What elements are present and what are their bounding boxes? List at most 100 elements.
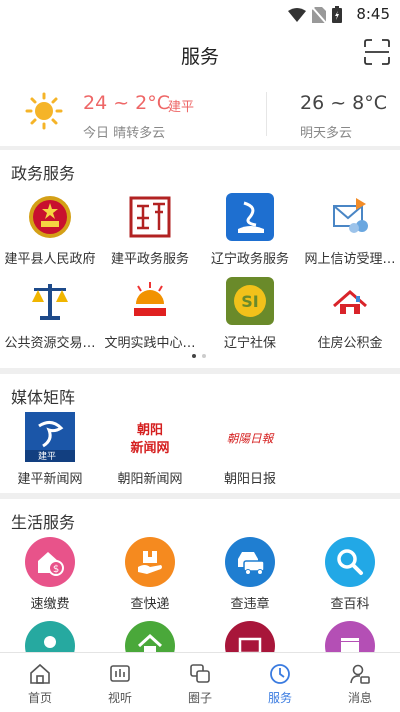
- gov-item-liaoning-gov-service[interactable]: 辽宁政务服务: [200, 192, 300, 267]
- tv-icon: [225, 621, 275, 652]
- page-title: 服务: [180, 46, 219, 68]
- gov-item-label: 公共资源交易…: [4, 336, 96, 351]
- civilization-sun-logo-icon: [125, 276, 175, 326]
- social-security-icon: SI: [225, 276, 275, 326]
- home-tab-icon: [30, 663, 50, 684]
- life-item-label: 速缴费: [30, 597, 70, 612]
- tab-audiovisual[interactable]: 视听: [80, 653, 160, 712]
- gov-item-jianping-gov-service[interactable]: 建平政务服务: [100, 192, 200, 267]
- svg-text:建平: 建平: [38, 450, 56, 462]
- tab-label: 服务: [267, 691, 292, 705]
- user-message-tab-icon: [350, 664, 370, 684]
- gov-item-online-petition[interactable]: 网上信访受理…: [300, 192, 400, 267]
- gov-item-label: 住房公积金: [317, 336, 383, 351]
- gov-row-2: 公共资源交易… 文明实践中心… SI 辽宁社保 住房公积金: [0, 276, 400, 351]
- status-bar: 8:45: [0, 0, 400, 28]
- car-icon: [225, 537, 275, 587]
- weather-card[interactable]: 24 ~ 2°C 建平 今日 晴转多云 26 ~ 8°C 明天多云: [0, 80, 400, 146]
- sun-icon: [25, 92, 63, 130]
- no-sim-icon: [312, 6, 326, 23]
- life-item-label: 查百科: [330, 597, 370, 612]
- today-temperature: 24 ~ 2°C: [83, 92, 171, 114]
- chaoyang-daily-logo-icon: 朝陽日報: [225, 412, 275, 462]
- tomorrow-temperature: 26 ~ 8°C: [300, 92, 388, 114]
- life-item-partial[interactable]: [300, 621, 400, 652]
- pay-icon: $: [25, 537, 75, 587]
- clock-tab-icon: [270, 664, 290, 684]
- gov-item-label: 建平县人民政府: [4, 252, 96, 267]
- svg-text:新闻网: 新闻网: [130, 440, 169, 456]
- gov-item-liaoning-social-security[interactable]: SI 辽宁社保: [200, 276, 300, 351]
- life-row-1: $ 速缴费 查快递 查违章 查百科: [0, 537, 400, 612]
- svg-text:朝陽日報: 朝陽日報: [227, 431, 275, 445]
- gov-item-label: 建平政务服务: [110, 252, 189, 267]
- tab-label: 圈子: [187, 691, 212, 705]
- life-item-partial[interactable]: [100, 621, 200, 652]
- media-item-chaoyang-daily[interactable]: 朝陽日報 朝阳日报: [200, 412, 300, 487]
- bottom-tab-bar: 首页 视听 圈子 服务 消息: [0, 652, 400, 712]
- gov-item-housing-fund[interactable]: 住房公积金: [300, 276, 400, 351]
- gov-item-label: 辽宁社保: [223, 336, 276, 351]
- media-item-label: 朝阳新闻网: [117, 472, 183, 487]
- gov-item-public-resource-trading[interactable]: 公共资源交易…: [0, 276, 100, 351]
- gov-item-county-government[interactable]: 建平县人民政府: [0, 192, 100, 267]
- tab-label: 视听: [107, 691, 132, 705]
- scales-icon: [25, 276, 75, 326]
- tab-circle[interactable]: 圈子: [160, 653, 240, 712]
- life-item-partial[interactable]: [0, 621, 100, 652]
- home-icon: [125, 621, 175, 652]
- video-tab-icon: [110, 665, 130, 682]
- media-item-chaoyang-news[interactable]: 朝阳 新闻网 朝阳新闻网: [100, 412, 200, 487]
- chat-circle-tab-icon: [190, 664, 210, 683]
- media-matrix-section: 媒体矩阵 建平 建平新闻网 朝阳 新闻网 朝阳新闻网 朝陽日報 朝阳日报: [0, 374, 400, 493]
- life-item-check-express[interactable]: 查快递: [100, 537, 200, 612]
- scan-icon[interactable]: [364, 39, 390, 65]
- person-service-icon: [25, 621, 75, 652]
- page-dot-active: [192, 354, 196, 358]
- gov-item-civilization-practice[interactable]: 文明实践中心…: [100, 276, 200, 351]
- liaoning-gov-icon: [225, 192, 275, 242]
- jianping-news-logo-icon: 建平: [25, 412, 75, 462]
- life-item-check-violation[interactable]: 查违章: [200, 537, 300, 612]
- life-item-encyclopedia[interactable]: 查百科: [300, 537, 400, 612]
- national-emblem-icon: [25, 192, 75, 242]
- gov-row-1: 建平县人民政府 建平政务服务 辽宁政务服务 网上信访受理…: [0, 192, 400, 267]
- tab-label: 首页: [27, 691, 52, 705]
- media-row: 建平 建平新闻网 朝阳 新闻网 朝阳新闻网 朝陽日報 朝阳日报: [0, 412, 400, 487]
- express-package-icon: [125, 537, 175, 587]
- life-item-label: 查快递: [130, 597, 170, 612]
- gov-item-label: 网上信访受理…: [304, 252, 396, 267]
- media-item-jianping-news[interactable]: 建平 建平新闻网: [0, 412, 100, 487]
- tab-services[interactable]: 服务: [240, 653, 320, 712]
- chaoyang-news-logo-icon: 朝阳 新闻网: [125, 412, 175, 462]
- search-icon: [325, 537, 375, 587]
- red-seal-icon: [125, 192, 175, 242]
- movie-clapper-icon: [325, 621, 375, 652]
- wifi-icon: [288, 7, 306, 22]
- battery-icon: [332, 6, 342, 23]
- gov-services-section: 政务服务 建平县人民政府 建平政务服务 辽宁政务服务 网上信访受理… 公共资源交…: [0, 150, 400, 368]
- page-dot: [202, 354, 206, 358]
- status-time: 8:45: [356, 5, 390, 23]
- media-item-label: 朝阳日报: [223, 472, 276, 487]
- section-title: 生活服务: [11, 513, 76, 532]
- weather-city: 建平: [168, 100, 195, 115]
- house-icon: [325, 276, 375, 326]
- life-item-quick-pay[interactable]: $ 速缴费: [0, 537, 100, 612]
- page-indicator: [192, 354, 206, 358]
- media-item-label: 建平新闻网: [17, 472, 83, 487]
- tab-label: 消息: [347, 691, 372, 705]
- page-header: 服务: [0, 28, 400, 80]
- tab-messages[interactable]: 消息: [320, 653, 400, 712]
- tomorrow-weather-desc: 明天多云: [300, 126, 353, 141]
- life-item-partial[interactable]: [200, 621, 300, 652]
- gov-item-label: 文明实践中心…: [104, 336, 196, 351]
- tab-home[interactable]: 首页: [0, 653, 80, 712]
- life-item-label: 查违章: [230, 597, 270, 612]
- petition-mail-icon: [325, 192, 375, 242]
- life-row-2: [0, 621, 400, 652]
- life-services-section: 生活服务 $ 速缴费 查快递 查违章 查百科: [0, 499, 400, 652]
- section-title: 政务服务: [11, 164, 76, 183]
- svg-text:$: $: [53, 564, 59, 575]
- svg-text:朝阳: 朝阳: [137, 422, 163, 438]
